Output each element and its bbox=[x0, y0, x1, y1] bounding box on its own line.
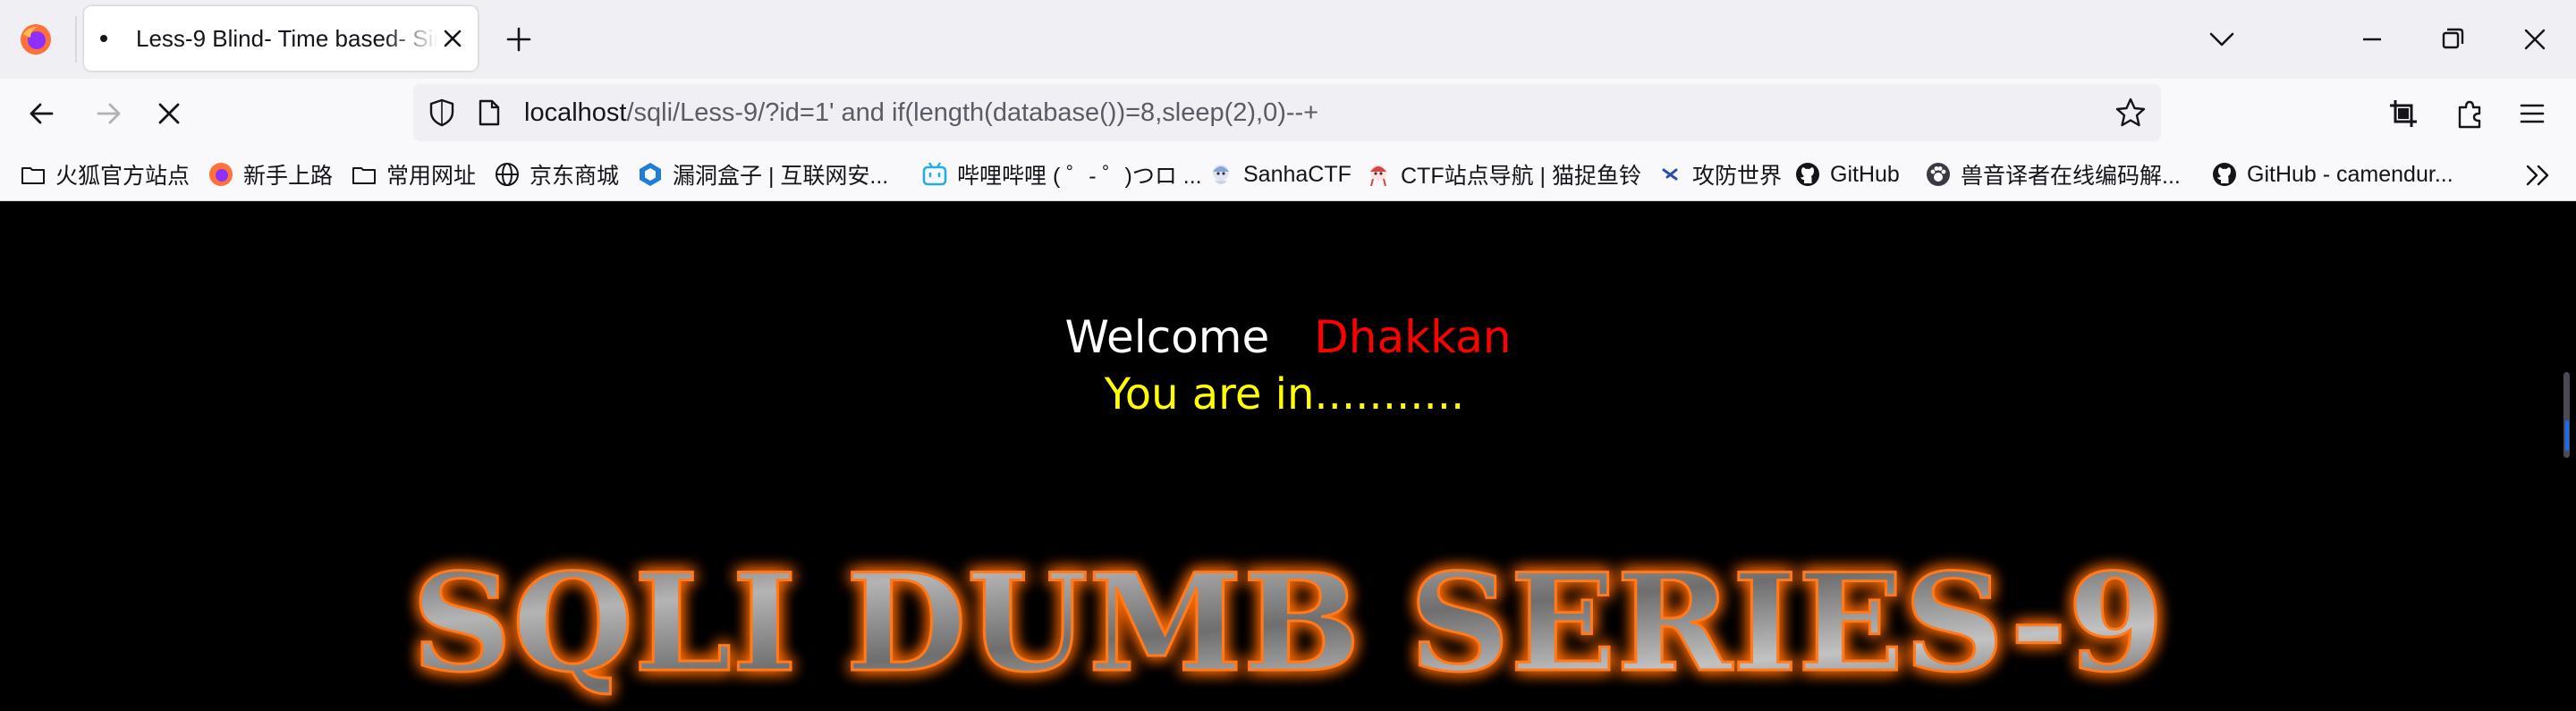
chevron-double-right-icon[interactable] bbox=[2521, 159, 2556, 191]
tracking-protection-shield-icon[interactable] bbox=[426, 97, 458, 129]
chevron-down-icon[interactable] bbox=[2202, 21, 2241, 57]
minimize-icon[interactable] bbox=[2352, 21, 2392, 57]
address-bar[interactable]: localhost/sqli/Less-9/?id=1' and if(leng… bbox=[413, 84, 2161, 141]
url-host: localhost bbox=[524, 98, 627, 127]
back-arrow-icon[interactable] bbox=[21, 93, 63, 134]
folder-icon bbox=[21, 167, 45, 184]
anime-icon bbox=[1370, 165, 1386, 187]
bookmark-label: 哔哩哔哩 ( ゜- ゜)つロ ... bbox=[957, 164, 1202, 189]
welcome-text: Welcome bbox=[1064, 311, 1270, 363]
firefox-view-icon[interactable] bbox=[18, 21, 54, 57]
restore-icon[interactable] bbox=[2433, 21, 2472, 57]
folder-icon bbox=[352, 167, 376, 184]
tab-separator bbox=[75, 16, 77, 63]
user-name-text: Dhakkan bbox=[1314, 311, 1512, 363]
bookmark-label: SanhaCTF bbox=[1243, 161, 1352, 187]
bookmark-item[interactable]: 火狐官方站点 bbox=[20, 157, 190, 191]
page-info-icon[interactable] bbox=[472, 97, 504, 129]
welcome-line: Welcome Dhakkan bbox=[0, 309, 2576, 366]
sqli-dumb-series-banner: SQLI DUMB SERIES-9 bbox=[411, 544, 2166, 704]
bookmark-item[interactable]: 京东商城 bbox=[494, 157, 619, 191]
scrollbar-indicator bbox=[2565, 420, 2569, 451]
bookmark-label: GitHub - camendur... bbox=[2247, 161, 2453, 187]
bookmark-label: 常用网址 bbox=[386, 164, 477, 189]
bookmark-label: 兽音译者在线编码解... bbox=[1961, 164, 2181, 189]
extensions-puzzle-icon[interactable] bbox=[2451, 95, 2488, 132]
close-tab-icon[interactable] bbox=[436, 22, 469, 55]
banner-text: SQLI DUMB SERIES-9 bbox=[411, 545, 2165, 702]
bookmark-label: GitHub bbox=[1830, 161, 1900, 187]
stop-loading-icon[interactable] bbox=[148, 93, 190, 134]
bookmark-item[interactable]: GitHub bbox=[1794, 157, 1900, 191]
close-window-icon[interactable] bbox=[2515, 21, 2555, 57]
hexagon-icon bbox=[640, 163, 661, 186]
status-message: You are in........... bbox=[1104, 369, 1465, 419]
github-icon bbox=[2213, 163, 2236, 186]
screenshot-crop-icon[interactable] bbox=[2385, 95, 2422, 132]
forward-arrow-icon[interactable] bbox=[88, 93, 129, 134]
bookmark-item[interactable]: 常用网址 bbox=[351, 157, 476, 191]
page-content: Welcome Dhakkan You are in........... SQL… bbox=[0, 201, 2576, 704]
bookmarks-toolbar: 火狐官方站点 新手上路 常用网址 京东商城 漏洞盒子 | 互联网安... 哔哩哔… bbox=[0, 148, 2576, 201]
tab-bar: Less-9 Blind- Time based- Single Quotes-… bbox=[0, 0, 2576, 79]
bookmark-label: 火狐官方站点 bbox=[55, 164, 191, 189]
bookmark-label: 京东商城 bbox=[530, 164, 620, 189]
loading-dot-icon bbox=[100, 35, 107, 42]
bookmark-item[interactable]: CTF站点导航 | 猫捉鱼铃 bbox=[1365, 157, 1641, 191]
bookmark-label: 攻防世界 bbox=[1692, 164, 1783, 189]
url-text[interactable]: localhost/sqli/Less-9/?id=1' and if(leng… bbox=[524, 97, 1318, 129]
bilibili-icon bbox=[922, 162, 947, 186]
paw-icon bbox=[1927, 163, 1950, 186]
bookmark-item[interactable]: 哔哩哔哩 ( ゜- ゜)つロ ... bbox=[921, 157, 1202, 191]
tab-active[interactable]: Less-9 Blind- Time based- Single Quotes-… bbox=[84, 6, 478, 71]
globe-icon bbox=[496, 163, 519, 186]
hamburger-menu-icon[interactable] bbox=[2513, 95, 2551, 132]
bookmark-item[interactable]: 漏洞盒子 | 互联网安... bbox=[637, 157, 888, 191]
navigation-toolbar: localhost/sqli/Less-9/?id=1' and if(leng… bbox=[0, 79, 2576, 148]
github-icon bbox=[1796, 163, 1819, 186]
bookmark-label: CTF站点导航 | 猫捉鱼铃 bbox=[1401, 164, 1641, 189]
bookmark-label: 新手上路 bbox=[243, 164, 334, 189]
bookmark-item[interactable]: SanhaCTF bbox=[1208, 157, 1352, 191]
xctf-icon bbox=[1662, 168, 1678, 181]
bookmark-item[interactable]: 攻防世界 bbox=[1657, 157, 1782, 191]
anime-icon bbox=[1213, 165, 1229, 184]
tab-title: Less-9 Blind- Time based- Single Quotes-… bbox=[136, 25, 438, 52]
new-tab-icon[interactable] bbox=[501, 21, 537, 57]
url-path: /sqli/Less-9/?id=1' and if(length(databa… bbox=[626, 98, 1319, 127]
bookmark-star-icon[interactable] bbox=[2113, 95, 2148, 131]
bookmark-item[interactable]: 兽音译者在线编码解... bbox=[1925, 157, 2181, 191]
bookmark-label: 漏洞盒子 | 互联网安... bbox=[673, 164, 889, 189]
bookmark-item[interactable]: 新手上路 bbox=[208, 157, 333, 191]
firefox-icon bbox=[209, 163, 233, 186]
bookmark-item[interactable]: GitHub - camendur... bbox=[2211, 157, 2453, 191]
